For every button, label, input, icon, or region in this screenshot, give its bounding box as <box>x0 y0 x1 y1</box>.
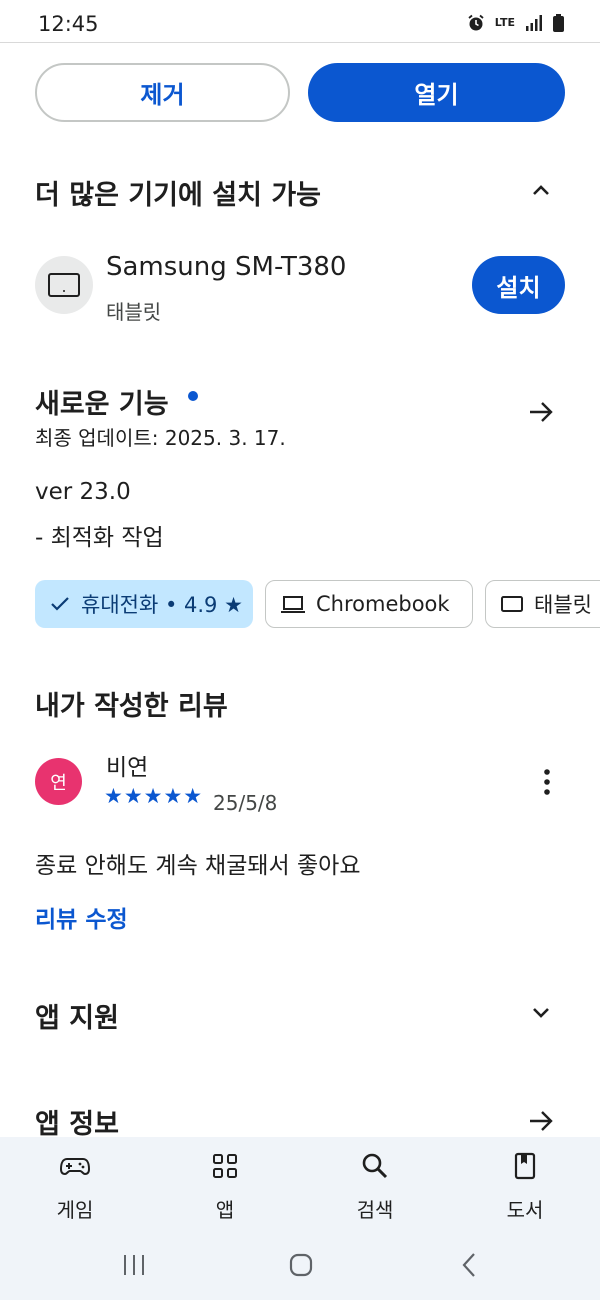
version-text: ver 23.0 <box>35 479 131 505</box>
status-bar: 12:45 LTE <box>0 0 600 43</box>
nav-item-apps[interactable]: 앱 <box>175 1150 275 1223</box>
gamepad-icon <box>59 1158 91 1176</box>
chip-tablet[interactable]: 태블릿 • <box>485 580 600 628</box>
arrow-right-icon[interactable] <box>527 398 555 426</box>
tablet-icon <box>48 273 80 297</box>
check-icon <box>51 597 69 611</box>
last-updated: 최종 업데이트: 2025. 3. 17. <box>35 426 286 450</box>
chip-tablet-label: 태블릿 • <box>534 593 600 617</box>
battery-icon <box>553 14 564 32</box>
laptop-icon <box>281 596 305 613</box>
more-options-icon[interactable] <box>535 766 559 798</box>
arrow-right-icon[interactable] <box>527 1107 555 1135</box>
open-button[interactable]: 열기 <box>308 63 565 122</box>
review-date: 25/5/8 <box>213 791 278 815</box>
device-type: 태블릿 <box>106 300 162 324</box>
nav-item-games[interactable]: 게임 <box>25 1150 125 1223</box>
avatar: 연 <box>35 758 82 805</box>
chip-chromebook[interactable]: Chromebook <box>265 580 473 628</box>
nav-label-games: 게임 <box>56 1198 94 1222</box>
review-stars: ★★★★★ <box>104 784 204 808</box>
my-review-title: 내가 작성한 리뷰 <box>35 691 228 722</box>
device-name: Samsung SM-T380 <box>106 252 347 282</box>
signal-icon <box>526 15 542 31</box>
chevron-up-icon[interactable] <box>528 178 554 204</box>
app-info-title[interactable]: 앱 정보 <box>35 1102 119 1141</box>
nav-label-search: 검색 <box>356 1198 394 1222</box>
apps-grid-icon <box>213 1154 237 1178</box>
device-avatar <box>35 256 93 314</box>
status-time: 12:45 <box>38 12 99 36</box>
new-indicator-dot <box>188 391 198 401</box>
remove-button[interactable]: 제거 <box>35 63 290 122</box>
chevron-down-icon[interactable] <box>528 999 554 1025</box>
search-icon <box>362 1153 388 1179</box>
app-support-title[interactable]: 앱 지원 <box>35 996 119 1035</box>
review-text: 종료 안해도 계속 채굴돼서 좋아요 <box>35 853 361 879</box>
nav-label-books: 도서 <box>506 1198 544 1222</box>
book-icon <box>514 1152 536 1180</box>
edit-review-link[interactable]: 리뷰 수정 <box>35 900 128 934</box>
back-icon[interactable] <box>458 1252 482 1278</box>
tablet-icon <box>501 596 523 612</box>
chip-chromebook-label: Chromebook <box>316 592 450 616</box>
nav-label-apps: 앱 <box>215 1198 235 1222</box>
chip-phone-label: 휴대전화 • 4.9 ★ <box>81 593 243 617</box>
install-button[interactable]: 설치 <box>472 256 565 314</box>
nav-item-search[interactable]: 검색 <box>325 1150 425 1223</box>
network-type: LTE <box>494 16 515 29</box>
chip-phone[interactable]: 휴대전화 • 4.9 ★ <box>35 580 253 628</box>
install-section-title: 더 많은 기기에 설치 가능 <box>35 180 321 211</box>
home-icon[interactable] <box>288 1252 314 1278</box>
alarm-icon <box>468 14 484 31</box>
nav-item-books[interactable]: 도서 <box>475 1150 575 1223</box>
whats-new-title: 새로운 기능 <box>35 389 169 420</box>
release-note: - 최적화 작업 <box>35 525 164 551</box>
status-icons: LTE <box>467 14 564 32</box>
review-author: 비연 <box>106 755 149 781</box>
recent-apps-icon[interactable] <box>120 1252 148 1278</box>
